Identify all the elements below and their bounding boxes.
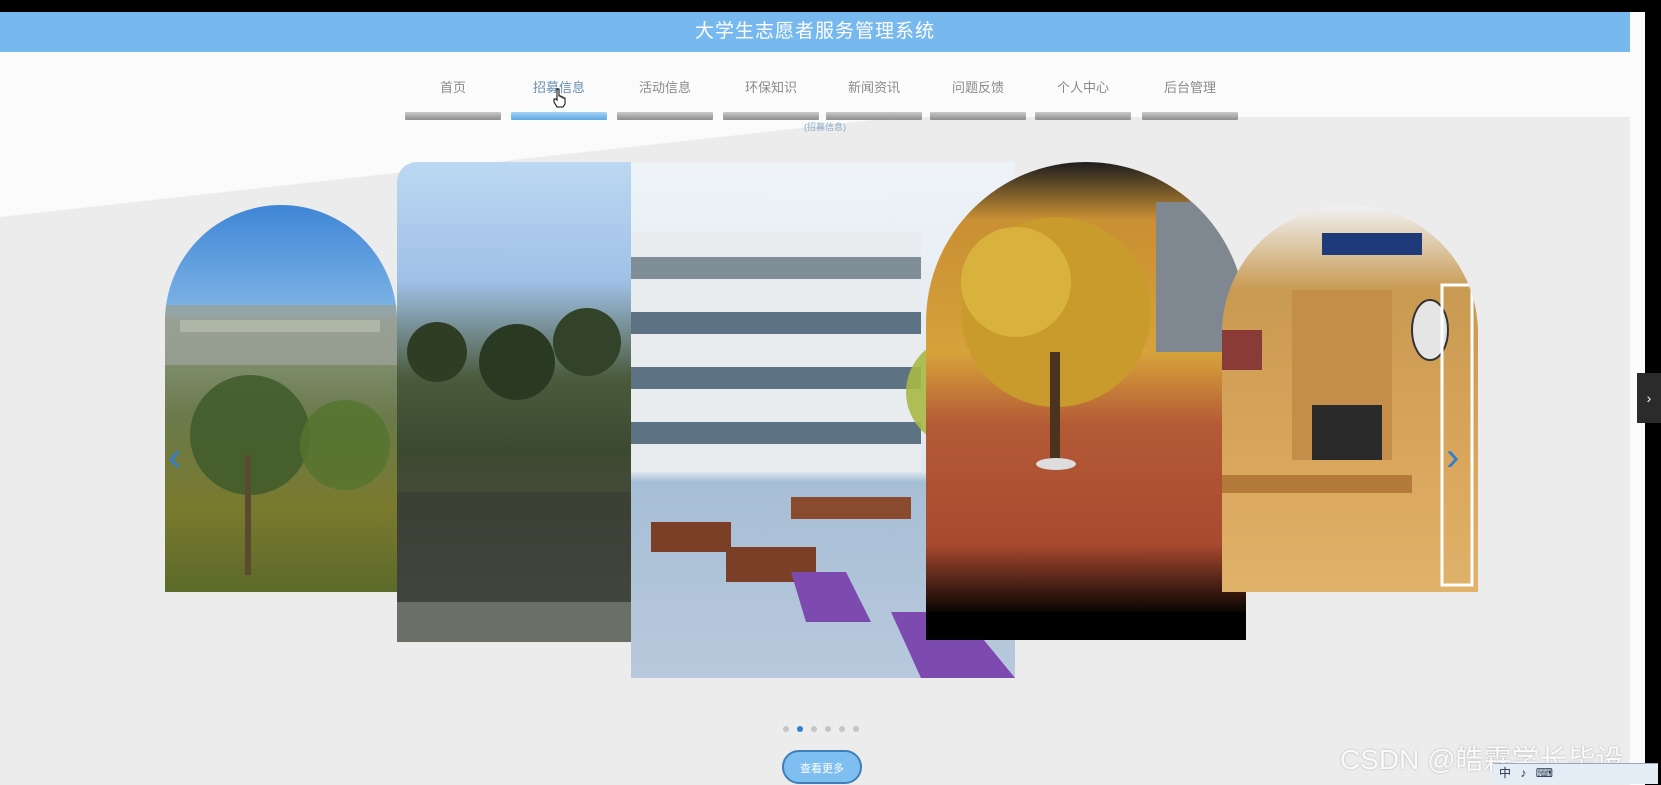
nav-sublink[interactable]: (招募信息) xyxy=(765,120,885,133)
ime-sound-icon[interactable]: ♪ xyxy=(1520,766,1526,780)
carousel-slide-autumn-tree[interactable] xyxy=(926,162,1246,640)
lake-image xyxy=(397,308,652,642)
nav-item-admin[interactable]: 后台管理 xyxy=(1142,78,1238,120)
carousel-dot[interactable] xyxy=(811,726,817,732)
nav-item-home[interactable]: 首页 xyxy=(405,78,501,120)
carousel-dot[interactable] xyxy=(839,726,845,732)
ime-keyboard-icon[interactable]: ⌨ xyxy=(1536,766,1553,780)
nav-item-label: 首页 xyxy=(439,80,466,95)
nav-item-label: 问题反馈 xyxy=(951,80,1004,95)
carousel-dot[interactable] xyxy=(783,726,789,732)
carousel-next-button[interactable]: › xyxy=(1446,437,1459,477)
side-expand-tab[interactable]: › xyxy=(1637,373,1661,423)
nav-item-label: 活动信息 xyxy=(638,80,691,95)
chevron-right-icon: › xyxy=(1646,390,1652,406)
site-title-bar: 大学生志愿者服务管理系统 xyxy=(0,12,1630,52)
chevron-left-icon: ‹ xyxy=(168,435,182,479)
nav-item-label: 新闻资讯 xyxy=(847,80,900,95)
nav-item-news[interactable]: 新闻资讯 xyxy=(826,78,922,120)
nav-item-eco-knowledge[interactable]: 环保知识 xyxy=(723,78,819,120)
carousel-dot[interactable] xyxy=(853,726,859,732)
site-title: 大学生志愿者服务管理系统 xyxy=(694,21,935,42)
chevron-right-icon: › xyxy=(1446,435,1460,479)
carousel-dot[interactable] xyxy=(825,726,831,732)
nav-item-label: 后台管理 xyxy=(1163,80,1216,95)
dorm-image xyxy=(1222,233,1474,587)
page: 大学生志愿者服务管理系统 首页 招募信息 活动信息 环保知识 新闻资讯 问题反馈… xyxy=(0,12,1645,785)
ime-tray: 中 ♪ ⌨ xyxy=(1493,763,1658,784)
more-button[interactable]: 查看更多 xyxy=(782,750,862,784)
carousel-slide-campus-lawn[interactable] xyxy=(165,205,397,592)
main-nav: 首页 招募信息 活动信息 环保知识 新闻资讯 问题反馈 个人中心 后台管理 xyxy=(405,78,1245,124)
carousel-slide-lake-trees[interactable] xyxy=(397,162,652,642)
carousel-slide-dorm-desk[interactable] xyxy=(1222,205,1478,592)
nav-item-label: 个人中心 xyxy=(1056,80,1109,95)
hand-cursor-icon xyxy=(553,88,566,108)
nav-item-profile[interactable]: 个人中心 xyxy=(1035,78,1131,120)
carousel-dot[interactable] xyxy=(797,726,803,732)
nav-item-feedback[interactable]: 问题反馈 xyxy=(930,78,1026,120)
carousel-prev-button[interactable]: ‹ xyxy=(168,437,181,477)
ime-mode-label[interactable]: 中 xyxy=(1499,764,1511,781)
tree-image xyxy=(165,305,397,575)
nav-item-activities[interactable]: 活动信息 xyxy=(617,78,713,120)
nav-item-label: 环保知识 xyxy=(744,80,797,95)
autumn-tree-image xyxy=(926,202,1246,640)
